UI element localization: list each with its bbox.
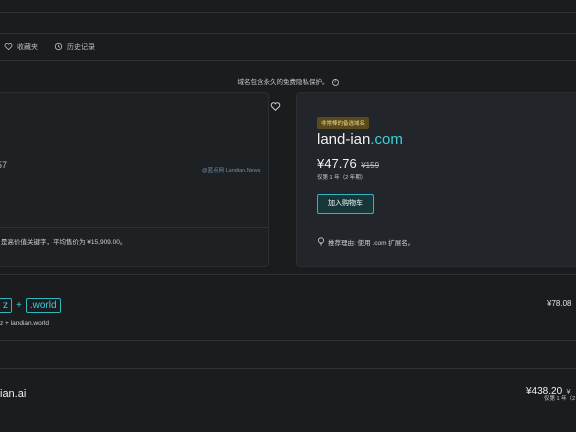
privacy-note: 域名包含永久的免费隐私保护。? xyxy=(0,76,576,86)
domain-bundle-row[interactable]: z + .world xyxy=(0,298,61,313)
help-icon[interactable]: ? xyxy=(331,79,339,86)
divider xyxy=(0,33,576,34)
divider xyxy=(0,368,576,369)
domain-name: land-ian.com xyxy=(317,131,403,148)
privacy-text: 域名包含永久的免费隐私保护。 xyxy=(237,79,329,86)
old-price-fragment: 57 xyxy=(0,160,8,170)
divider xyxy=(0,340,576,341)
watermark: @蓝点网 Landian.News xyxy=(202,168,261,174)
domain-ai-name[interactable]: ian.ai xyxy=(0,388,26,400)
reason-text: 推荐理由: 使用 .com 扩展名。 xyxy=(328,240,415,247)
recommend-badge: 非常棒的备选域名 xyxy=(317,117,370,129)
divider xyxy=(0,274,576,275)
add-to-cart-button[interactable]: 加入购物车 xyxy=(317,194,374,214)
bundle-chip-right: .world xyxy=(25,298,61,313)
old-price: ¥159 xyxy=(361,161,380,170)
favorite-heart-icon[interactable] xyxy=(270,99,281,112)
favorites-label: 收藏夹 xyxy=(17,44,38,51)
domain-card-recommended: 非常棒的备选域名 land-ian.com ¥47.76 ¥159 仅第 1 年… xyxy=(296,92,576,267)
bundle-subtitle: z + landian.world xyxy=(0,320,49,327)
plus-sign: + xyxy=(16,300,22,311)
price-row: ¥47.76 ¥159 xyxy=(317,155,379,173)
lightbulb-icon xyxy=(317,233,325,251)
reason-row: 推荐理由: 使用 .com 扩展名。 xyxy=(317,233,414,251)
keyword-note: 是高价值关键字，平均售价为 ¥15,909.00。 xyxy=(1,239,127,246)
nav-bar: 收藏夹 历史记录 xyxy=(4,36,111,58)
price: ¥47.76 xyxy=(317,156,357,171)
domain-tld: .com xyxy=(370,131,403,148)
domain-sld: land-ian xyxy=(317,131,371,148)
favorites-link[interactable]: 收藏夹 xyxy=(4,42,38,53)
bundle-price: ¥78.08 xyxy=(547,299,572,308)
divider xyxy=(0,12,576,13)
history-link[interactable]: 历史记录 xyxy=(54,42,95,53)
divider xyxy=(0,227,268,228)
term-note: 仅第 1 年（2 年期） xyxy=(317,175,367,181)
divider xyxy=(0,60,576,61)
domain-card-left: 57 @蓝点网 Landian.News 是高价值关键字，平均售价为 ¥15,9… xyxy=(0,92,281,267)
history-label: 历史记录 xyxy=(67,44,95,51)
bundle-chip-left: z xyxy=(0,298,12,313)
history-icon xyxy=(54,42,63,53)
domain-ai-term: 仅第 1 年（2 xyxy=(544,396,576,402)
heart-icon xyxy=(4,42,13,53)
